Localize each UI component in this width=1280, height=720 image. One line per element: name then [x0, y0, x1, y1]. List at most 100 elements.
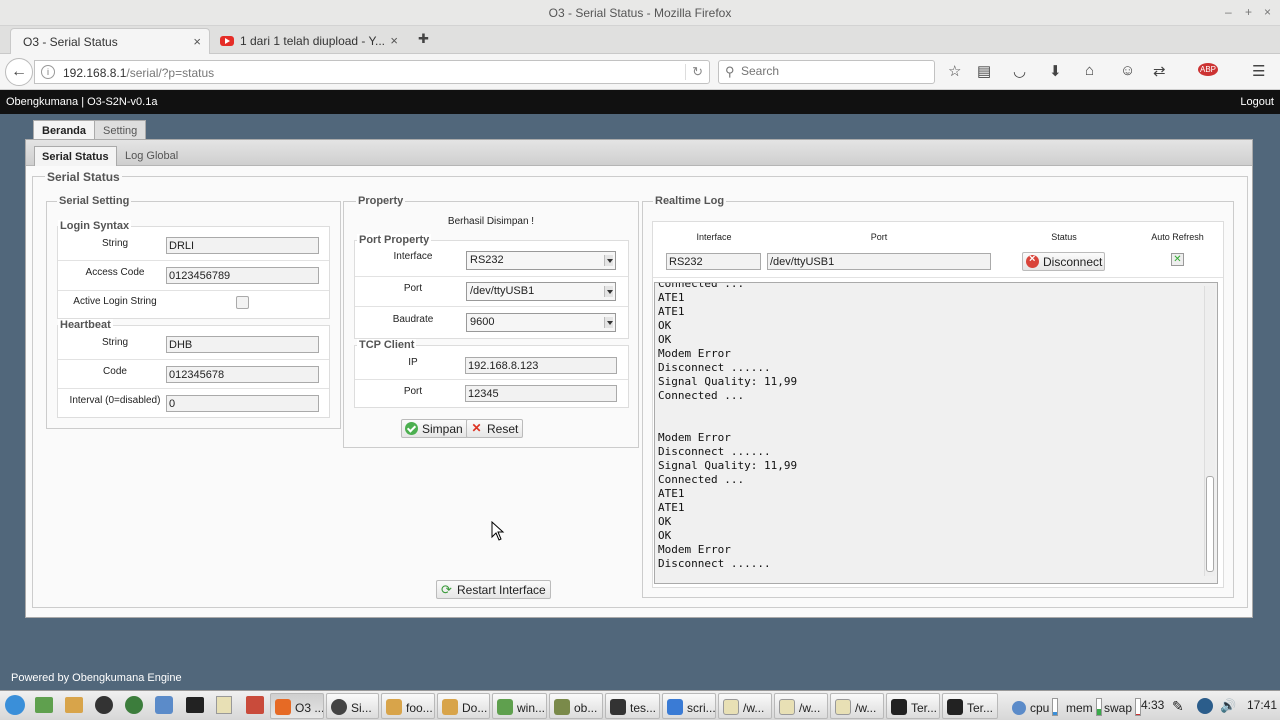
network-icon[interactable]: ✎ — [1172, 694, 1184, 718]
reload-icon[interactable]: ↻ — [685, 64, 703, 80]
search-icon: ⚲ — [725, 64, 735, 79]
close-tab-icon[interactable]: × — [193, 34, 201, 49]
search-bar[interactable]: ⚲ — [718, 60, 935, 84]
access-code-input[interactable] — [166, 267, 319, 284]
login-string-label: String — [101, 238, 129, 249]
new-tab-button[interactable]: ✚ — [418, 31, 429, 47]
taskbar-item[interactable]: scri... — [662, 693, 716, 719]
close-tab-icon[interactable]: × — [390, 33, 398, 48]
reset-label: Reset — [487, 422, 519, 436]
restart-interface-button[interactable]: ⟳ Restart Interface — [436, 580, 551, 599]
taskbar-item[interactable]: tes... — [605, 693, 660, 719]
taskbar-label: Si... — [351, 701, 372, 715]
desktop-icon[interactable] — [35, 697, 53, 713]
auto-refresh-checkbox[interactable]: ✕ — [1171, 253, 1184, 266]
reading-list-icon[interactable]: ▤ — [977, 62, 991, 80]
restart-label: Restart Interface — [457, 583, 546, 597]
taskbar-item[interactable]: /w... — [830, 693, 884, 719]
bookmark-star-icon[interactable]: ☆ — [948, 62, 961, 80]
taskbar-item[interactable]: Do... — [437, 693, 490, 719]
login-string-input[interactable] — [166, 237, 319, 254]
log-output[interactable]: Connected ... ATE1 ATE1 OK OK Modem Erro… — [654, 282, 1218, 584]
app-icon — [331, 699, 347, 715]
text-editor-icon[interactable] — [216, 696, 232, 714]
taskbar-label: Ter... — [911, 701, 938, 715]
folder-icon — [497, 699, 513, 715]
heartbeat-code-label: Code — [103, 366, 127, 377]
swap-monitor[interactable]: swap — [1104, 694, 1142, 718]
browser-launcher-icon[interactable] — [125, 696, 143, 714]
back-arrow-icon: ← — [11, 63, 27, 80]
package-icon[interactable] — [155, 696, 173, 714]
search-input[interactable] — [741, 64, 921, 78]
interface-select[interactable]: RS232 — [466, 251, 616, 270]
col-auto-refresh-label: Auto Refresh — [1151, 232, 1204, 242]
active-login-checkbox[interactable] — [236, 296, 249, 309]
pocket-icon[interactable]: ◡ — [1013, 62, 1026, 80]
access-code-label: Access Code — [85, 267, 145, 278]
info-icon[interactable]: i — [41, 65, 55, 79]
interval-input[interactable] — [166, 395, 319, 412]
taskbar-item[interactable]: Ter... — [942, 693, 998, 719]
port-select-value: /dev/ttyUSB1 — [470, 285, 535, 297]
tab-setting[interactable]: Setting — [94, 120, 147, 140]
back-button[interactable]: ← — [5, 58, 33, 86]
save-success-message: Berhasil Disimpan ! — [447, 216, 535, 227]
ip-input[interactable] — [465, 357, 617, 374]
heartbeat-code-input[interactable] — [166, 366, 319, 383]
browser-tab-serial-status[interactable]: O3 - Serial Status × — [10, 28, 210, 54]
baudrate-select[interactable]: 9600 — [466, 313, 616, 332]
divider — [58, 359, 329, 360]
tab-serial-status[interactable]: Serial Status — [34, 146, 117, 166]
download-icon[interactable]: ⬇ — [1049, 62, 1062, 80]
log-text: Connected ... ATE1 ATE1 OK OK Modem Erro… — [658, 282, 798, 570]
close-window-button[interactable]: × — [1264, 5, 1271, 19]
log-port-input[interactable] — [767, 253, 991, 270]
log-interface-input[interactable] — [666, 253, 761, 270]
adblock-icon[interactable]: ABP — [1198, 63, 1219, 76]
taskbar-item[interactable]: foo... — [381, 693, 435, 719]
chat-icon[interactable]: ☺ — [1120, 62, 1135, 79]
heartbeat-string-input[interactable] — [166, 336, 319, 353]
logout-link[interactable]: Logout — [1240, 96, 1274, 108]
taskbar-item[interactable]: win... — [492, 693, 547, 719]
tcp-port-input[interactable] — [465, 385, 617, 402]
terminal-launcher-icon[interactable] — [186, 697, 204, 713]
save-button[interactable]: Simpan — [401, 419, 468, 438]
tray-browser-icon[interactable] — [1197, 698, 1213, 714]
disconnect-button[interactable]: Disconnect — [1022, 252, 1105, 271]
mem-monitor[interactable]: mem — [1066, 694, 1102, 718]
browser-tab-youtube[interactable]: 1 dari 1 telah diupload - Y... × — [208, 28, 406, 54]
reset-button[interactable]: ✕ Reset — [466, 419, 524, 438]
realtime-log-title: Realtime Log — [653, 195, 727, 207]
maximize-button[interactable]: + — [1245, 5, 1252, 19]
cpu-monitor[interactable]: cpu — [1012, 694, 1059, 718]
menu-icon[interactable]: ☰ — [1252, 62, 1265, 80]
taskbar-item[interactable]: /w... — [718, 693, 772, 719]
sync-icon[interactable]: ⇄ — [1153, 62, 1166, 80]
taskbar-item[interactable]: Ter... — [886, 693, 940, 719]
app-brand: Obengkumana | O3-S2N-v0.1a — [6, 96, 158, 108]
taskbar-item[interactable]: /w... — [774, 693, 828, 719]
file-manager-icon[interactable] — [65, 697, 83, 713]
tab-log-global[interactable]: Log Global — [118, 146, 185, 166]
taskbar-label: /w... — [855, 701, 877, 715]
divider — [355, 379, 628, 380]
home-icon[interactable]: ⌂ — [1085, 62, 1094, 79]
log-scrollbar-thumb[interactable] — [1206, 476, 1214, 572]
log-scrollbar[interactable] — [1204, 286, 1215, 576]
text-file-icon — [723, 699, 739, 715]
taskbar-item[interactable]: ob... — [549, 693, 603, 719]
port-select[interactable]: /dev/ttyUSB1 — [466, 282, 616, 301]
taskbar-item-firefox[interactable]: O3 ... — [270, 693, 324, 719]
archive-icon[interactable] — [246, 696, 264, 714]
taskbar-item[interactable]: Si... — [326, 693, 379, 719]
interval-label: Interval (0=disabled) — [69, 395, 161, 406]
chevron-down-icon — [604, 286, 613, 297]
app-launcher-icon[interactable] — [95, 696, 113, 714]
url-bar[interactable]: i 192.168.8.1/serial/?p=status ↻ — [34, 60, 710, 84]
volume-icon[interactable]: 🔊 — [1220, 694, 1236, 718]
tab-beranda[interactable]: Beranda — [33, 120, 96, 140]
start-menu-icon[interactable] — [5, 695, 25, 715]
minimize-button[interactable]: – — [1225, 5, 1232, 19]
